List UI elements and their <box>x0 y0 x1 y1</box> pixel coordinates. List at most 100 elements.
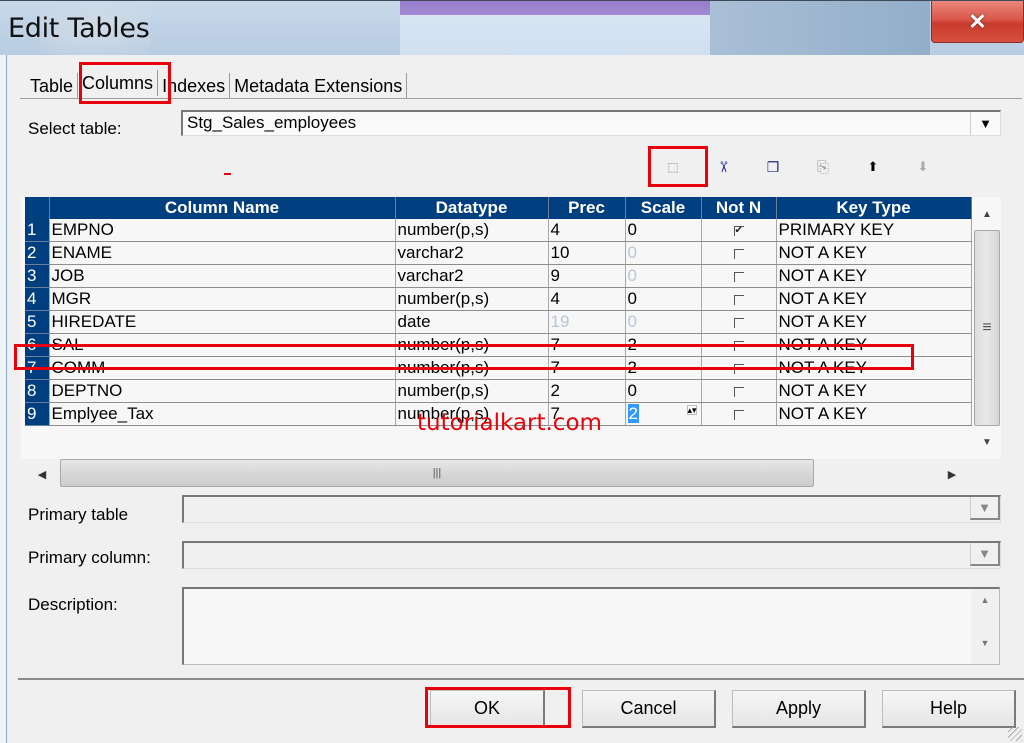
not-null-checkbox[interactable] <box>733 410 744 420</box>
header-datatype[interactable]: Datatype <box>395 197 549 219</box>
prec-cell[interactable]: 2 <box>548 379 626 403</box>
row-number[interactable]: 8 <box>25 379 50 403</box>
datatype-cell[interactable]: number(p,s) <box>395 356 549 380</box>
column-name-cell[interactable]: SAL <box>49 333 396 357</box>
row-number[interactable]: 5 <box>25 310 50 334</box>
datatype-cell[interactable]: varchar2 <box>395 241 549 265</box>
tab-metadata-extensions[interactable]: Metadata Extensions <box>230 73 408 99</box>
column-name-cell[interactable]: EMPNO <box>49 219 396 242</box>
datatype-cell[interactable]: date <box>395 310 549 334</box>
spinner-icon[interactable]: ▴▾ <box>686 405 697 415</box>
scale-cell[interactable]: 0 <box>625 379 702 403</box>
prec-cell[interactable]: 10 <box>548 241 626 265</box>
scale-cell[interactable]: 2 ▴▾ <box>625 402 702 426</box>
key-type-cell[interactable]: NOT A KEY <box>776 379 972 403</box>
prec-cell[interactable]: 4 <box>548 287 626 311</box>
scale-cell[interactable]: 0 <box>625 241 702 265</box>
header-column-name[interactable]: Column Name <box>49 197 396 219</box>
not-null-cell[interactable] <box>701 241 777 265</box>
datatype-cell[interactable]: varchar2 <box>395 264 549 288</box>
row-number[interactable]: 3 <box>25 264 50 288</box>
column-name-cell[interactable]: COMM <box>49 356 396 380</box>
primary-column-dropdown[interactable]: ▼ <box>182 541 1001 569</box>
cut-button[interactable]: ✂ <box>698 147 748 187</box>
paste-button[interactable]: ⎘ <box>798 147 848 187</box>
row-number[interactable]: 7 <box>25 356 50 380</box>
key-type-cell[interactable]: NOT A KEY <box>776 402 972 426</box>
table-row[interactable]: 3 JOB varchar2 9 0 NOT A KEY <box>25 264 972 288</box>
table-row[interactable]: 7 COMM number(p,s) 7 2 NOT A KEY <box>25 356 972 380</box>
vertical-scroll-thumb[interactable]: ≡ <box>974 230 1000 426</box>
apply-button[interactable]: Apply <box>732 690 866 728</box>
prec-cell[interactable]: 7 <box>548 333 626 357</box>
primary-table-dropdown[interactable]: ▼ <box>182 495 1001 523</box>
scale-cell[interactable]: 2 <box>625 333 702 357</box>
row-number[interactable]: 6 <box>25 333 50 357</box>
prec-cell[interactable]: 19 <box>548 310 626 334</box>
table-row[interactable]: 1EMPNOnumber(p,s)40 PRIMARY KEY <box>25 219 972 242</box>
key-type-cell[interactable]: NOT A KEY <box>776 264 972 288</box>
datatype-cell[interactable]: number(p,s) <box>395 379 549 403</box>
not-null-checkbox[interactable] <box>733 272 744 282</box>
scale-cell[interactable]: 0 <box>625 287 702 311</box>
horizontal-scroll-thumb[interactable]: ||| <box>60 459 814 487</box>
datatype-cell[interactable]: number(p,s) <box>395 287 549 311</box>
help-button[interactable]: Help <box>882 690 1016 728</box>
tab-indexes[interactable]: Indexes <box>158 73 231 99</box>
table-row[interactable]: 8 DEPTNO number(p,s) 2 0 NOT A KEY <box>25 379 972 403</box>
column-name-cell[interactable]: Emplyee_Tax <box>49 402 396 426</box>
not-null-cell[interactable] <box>701 333 777 357</box>
new-column-button[interactable]: ⬚ <box>648 147 698 187</box>
column-name-cell[interactable]: MGR <box>49 287 396 311</box>
not-null-cell[interactable] <box>701 287 777 311</box>
not-null-checkbox[interactable] <box>733 318 744 328</box>
key-type-cell[interactable]: NOT A KEY <box>776 241 972 265</box>
table-row[interactable]: 2 ENAME varchar2 10 0 NOT A KEY <box>25 241 972 265</box>
description-scrollbar[interactable]: ▲ ▼ <box>971 589 999 664</box>
scroll-down-icon[interactable]: ▼ <box>972 432 1002 452</box>
table-row[interactable]: 4 MGR number(p,s) 4 0 NOT A KEY <box>25 287 972 311</box>
not-null-checkbox[interactable] <box>733 226 744 236</box>
key-type-cell[interactable]: NOT A KEY <box>776 333 972 357</box>
header-not-null[interactable]: Not N <box>701 197 777 219</box>
description-textarea[interactable]: ▲ ▼ <box>182 587 1000 665</box>
tab-table[interactable]: Table <box>26 73 79 99</box>
tab-columns[interactable]: Columns <box>78 70 159 96</box>
key-type-cell[interactable]: NOT A KEY <box>776 310 972 334</box>
chevron-down-icon[interactable]: ▼ <box>970 497 1000 520</box>
scale-cell[interactable]: 0 <box>625 219 702 242</box>
header-prec[interactable]: Prec <box>548 197 626 219</box>
datatype-cell[interactable]: number(p,s) <box>395 333 549 357</box>
scroll-up-icon[interactable]: ▲ <box>972 204 1002 224</box>
scale-cell[interactable]: 0 <box>625 310 702 334</box>
header-scale[interactable]: Scale <box>625 197 702 219</box>
scale-edit-value[interactable]: 2 <box>627 404 639 423</box>
header-key-type[interactable]: Key Type <box>776 197 972 219</box>
key-type-cell[interactable]: NOT A KEY <box>776 356 972 380</box>
column-name-cell[interactable]: ENAME <box>49 241 396 265</box>
not-null-checkbox[interactable] <box>733 364 744 374</box>
scroll-down-icon[interactable]: ▼ <box>971 638 999 658</box>
scale-cell[interactable]: 0 <box>625 264 702 288</box>
scale-cell[interactable]: 2 <box>625 356 702 380</box>
not-null-checkbox[interactable] <box>733 295 744 305</box>
close-button[interactable]: ✕ <box>931 1 1024 43</box>
not-null-checkbox[interactable] <box>733 341 744 351</box>
prec-cell[interactable]: 4 <box>548 219 626 242</box>
scroll-left-icon[interactable]: ◀ <box>27 459 57 489</box>
grid-horizontal-scrollbar[interactable]: ◀ ||| ▶ <box>21 459 973 489</box>
not-null-cell[interactable] <box>701 264 777 288</box>
not-null-cell[interactable] <box>701 379 777 403</box>
row-number[interactable]: 1 <box>25 219 50 242</box>
copy-button[interactable]: ❐ <box>748 147 798 187</box>
ok-button[interactable]: OK <box>430 690 545 728</box>
column-name-cell[interactable]: JOB <box>49 264 396 288</box>
not-null-cell[interactable] <box>701 356 777 380</box>
row-number[interactable]: 9 <box>25 402 50 426</box>
chevron-down-icon[interactable]: ▼ <box>970 543 1000 566</box>
column-name-cell[interactable]: HIREDATE <box>49 310 396 334</box>
cancel-button[interactable]: Cancel <box>582 690 716 728</box>
grid-vertical-scrollbar[interactable]: ▲ ≡ ▼ <box>972 204 1002 452</box>
scroll-right-icon[interactable]: ▶ <box>937 459 967 489</box>
key-type-cell[interactable]: PRIMARY KEY <box>776 219 972 242</box>
